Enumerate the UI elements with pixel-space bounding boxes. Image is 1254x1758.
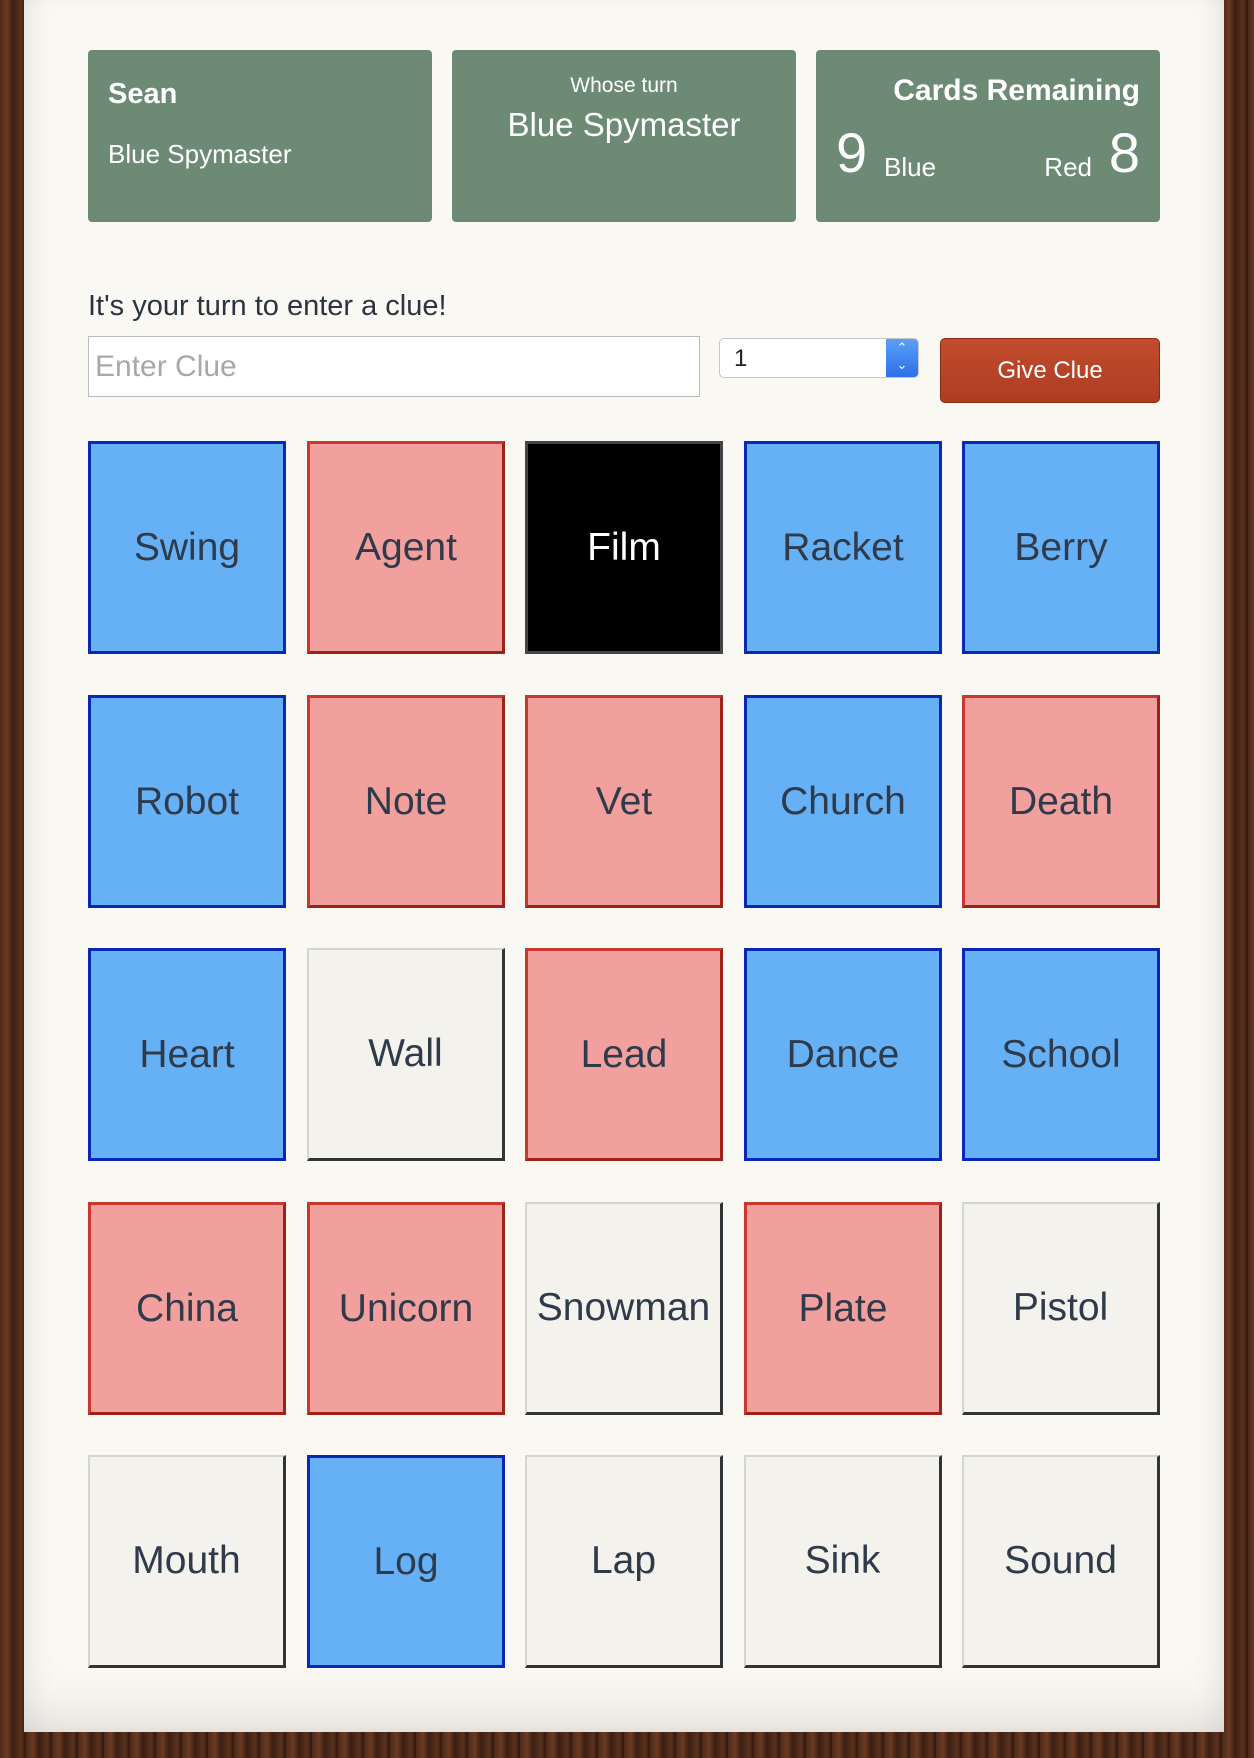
word-card-racket[interactable]: Racket (744, 441, 942, 654)
word-card-berry[interactable]: Berry (962, 441, 1160, 654)
player-info-card: Sean Blue Spymaster (88, 50, 432, 222)
word-card-lap[interactable]: Lap (525, 1455, 723, 1668)
word-card-snowman[interactable]: Snowman (525, 1202, 723, 1415)
word-card-label: Lead (580, 1032, 668, 1076)
word-card-label: Sound (1004, 1539, 1117, 1582)
word-card-label: Heart (139, 1032, 235, 1076)
word-card-label: Plate (798, 1286, 888, 1330)
word-card-label: Unicorn (338, 1286, 474, 1330)
red-remaining-label: Red (1044, 152, 1092, 182)
word-card-death[interactable]: Death (962, 695, 1160, 908)
game-panel: Sean Blue Spymaster Whose turn Blue Spym… (24, 0, 1224, 1732)
word-card-label: Note (364, 779, 448, 823)
blue-remaining-count: 9 (836, 121, 868, 184)
word-card-church[interactable]: Church (744, 695, 942, 908)
word-card-label: Dance (786, 1032, 900, 1076)
word-card-swing[interactable]: Swing (88, 441, 286, 654)
word-card-wall[interactable]: Wall (307, 948, 505, 1161)
word-card-label: Swing (133, 525, 241, 569)
word-card-label: Racket (782, 525, 904, 569)
word-card-label: Berry (1014, 525, 1108, 569)
player-role: Blue Spymaster (108, 139, 292, 169)
word-card-robot[interactable]: Robot (88, 695, 286, 908)
word-card-log[interactable]: Log (307, 1455, 505, 1668)
word-card-label: Log (373, 1539, 439, 1583)
word-card-mouth[interactable]: Mouth (88, 1455, 286, 1668)
word-card-label: Death (1008, 779, 1114, 823)
word-card-heart[interactable]: Heart (88, 948, 286, 1161)
whose-turn-card: Whose turn Blue Spymaster (452, 50, 796, 222)
word-card-pistol[interactable]: Pistol (962, 1202, 1160, 1415)
word-card-china[interactable]: China (88, 1202, 286, 1415)
give-clue-button[interactable]: Give Clue (940, 338, 1160, 403)
whose-turn-value: Blue Spymaster (507, 106, 741, 143)
word-card-label: Mouth (132, 1539, 241, 1582)
word-card-label: Robot (134, 779, 240, 823)
word-card-school[interactable]: School (962, 948, 1160, 1161)
word-card-label: Snowman (536, 1286, 711, 1329)
word-card-dance[interactable]: Dance (744, 948, 942, 1161)
word-card-label: Sink (804, 1539, 881, 1582)
word-card-label: Church (780, 779, 906, 823)
word-card-film[interactable]: Film (525, 441, 723, 654)
word-card-label: China (136, 1286, 238, 1330)
player-name: Sean (108, 78, 178, 110)
word-card-plate[interactable]: Plate (744, 1202, 942, 1415)
word-card-label: Agent (355, 525, 457, 569)
blue-remaining-label: Blue (884, 152, 937, 182)
clue-input[interactable] (88, 336, 700, 397)
cards-remaining-card: Cards Remaining 9 Blue Red 8 (816, 50, 1160, 222)
word-card-label: Wall (368, 1032, 443, 1075)
clue-count-select[interactable]: 1 ⌃ ⌄ (719, 338, 919, 378)
word-card-unicorn[interactable]: Unicorn (307, 1202, 505, 1415)
cards-remaining-title: Cards Remaining (893, 74, 1140, 107)
word-card-note[interactable]: Note (307, 695, 505, 908)
chevron-up-down-icon[interactable]: ⌃ ⌄ (886, 339, 918, 377)
clue-prompt: It's your turn to enter a clue! (88, 290, 447, 322)
word-card-label: School (1001, 1032, 1121, 1076)
word-card-sound[interactable]: Sound (962, 1455, 1160, 1668)
word-card-agent[interactable]: Agent (307, 441, 505, 654)
word-card-sink[interactable]: Sink (744, 1455, 942, 1668)
word-card-label: Pistol (1012, 1286, 1109, 1329)
red-remaining-count: 8 (1108, 121, 1140, 184)
whose-turn-label: Whose turn (570, 74, 678, 97)
word-card-lead[interactable]: Lead (525, 948, 723, 1161)
word-card-label: Vet (595, 779, 653, 823)
word-card-label: Film (587, 525, 661, 569)
word-card-vet[interactable]: Vet (525, 695, 723, 908)
word-card-label: Lap (590, 1539, 657, 1582)
clue-count-value: 1 (734, 345, 748, 372)
